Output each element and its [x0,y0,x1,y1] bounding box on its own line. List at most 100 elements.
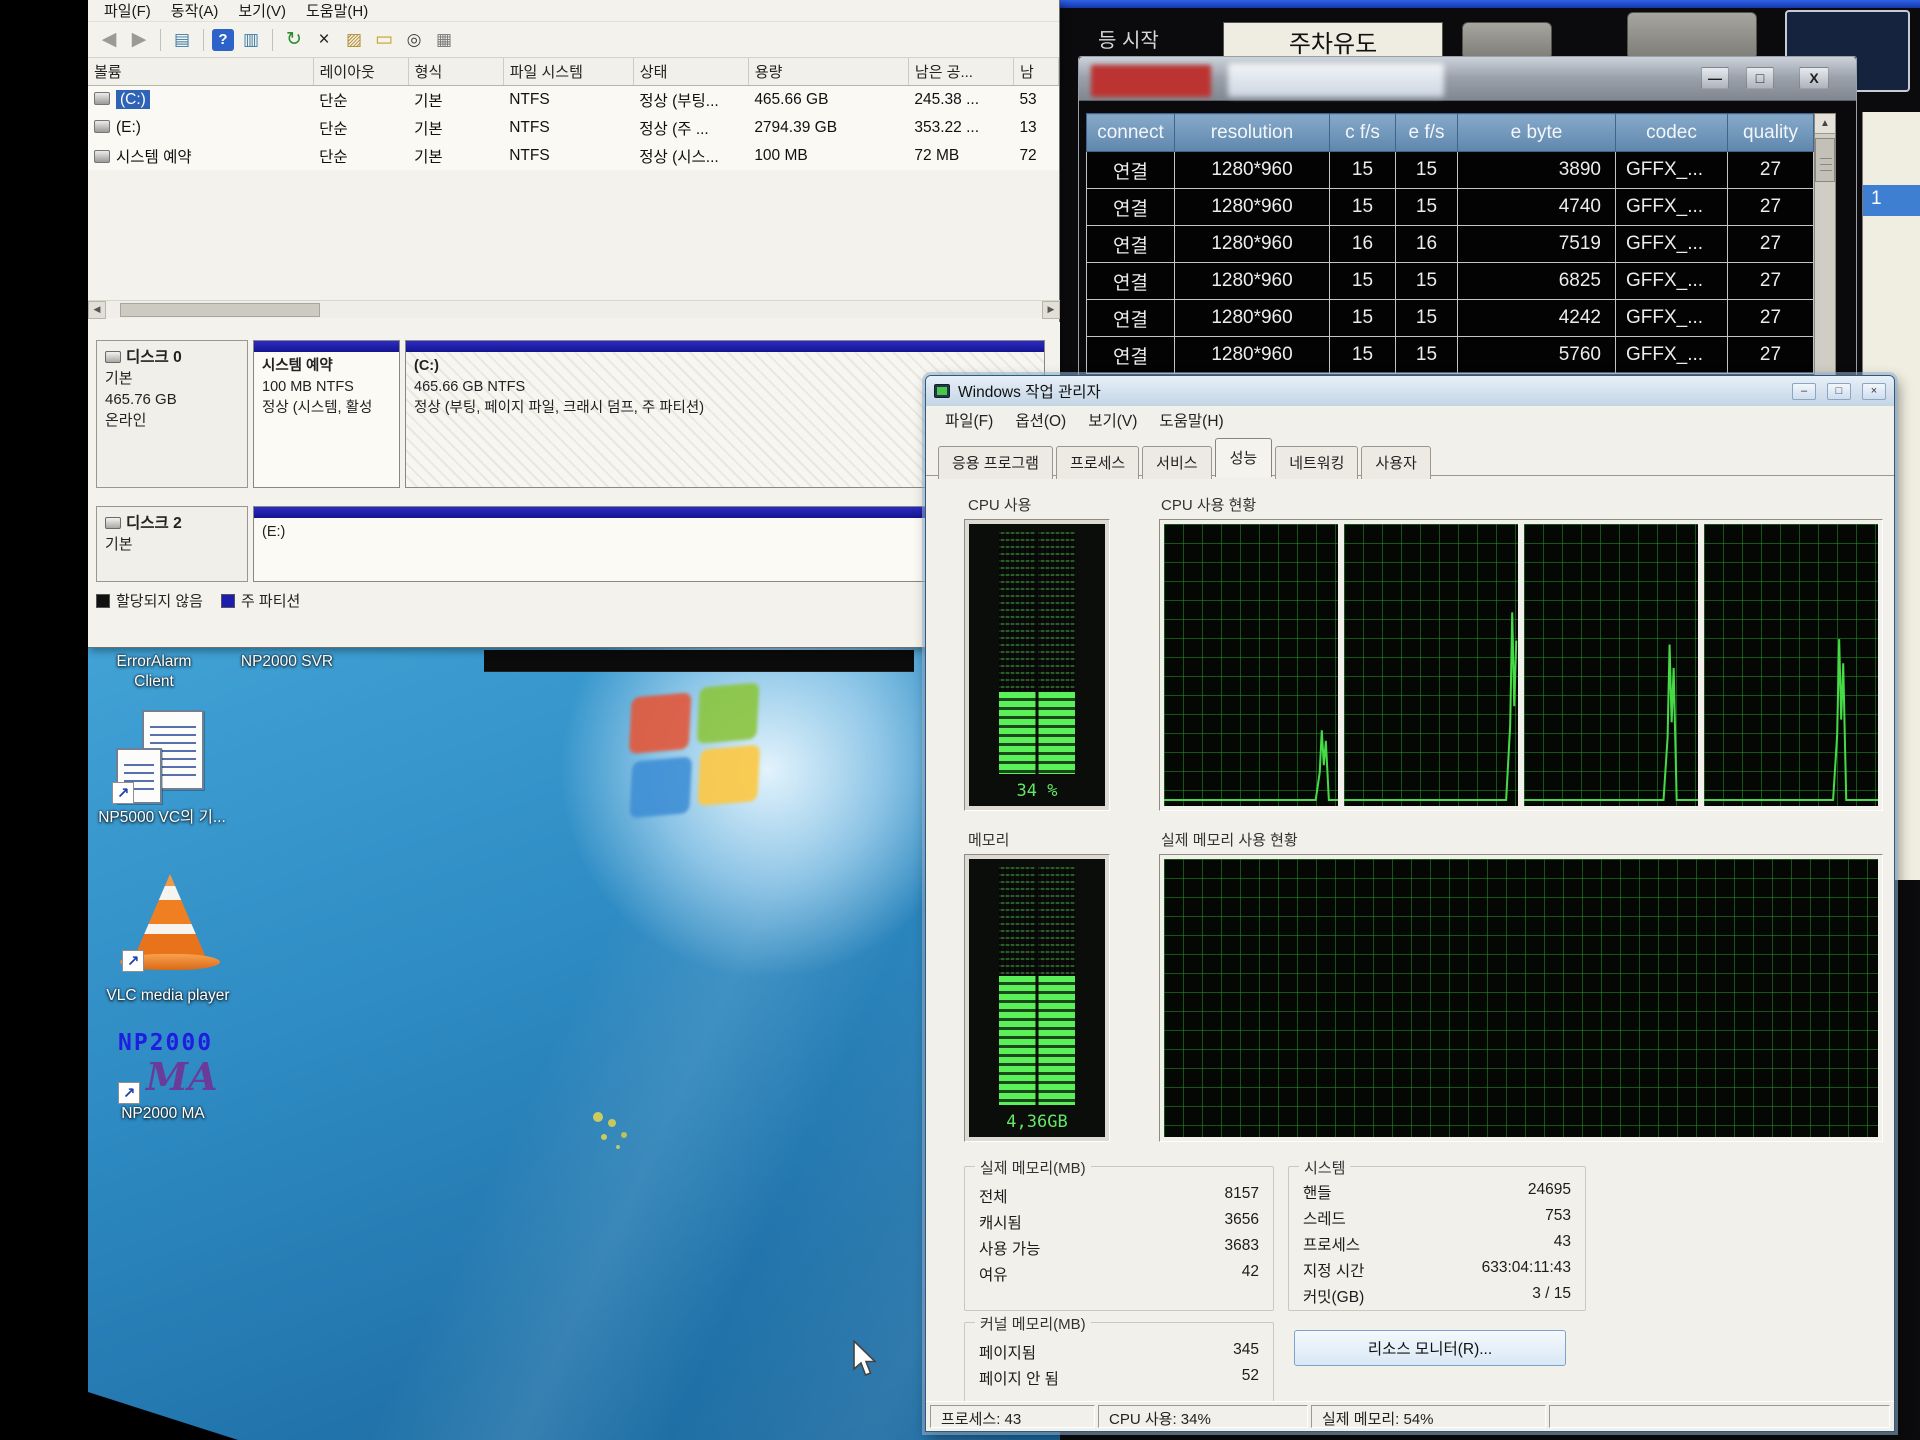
column-header[interactable]: 용량 [748,58,908,86]
close-button[interactable]: × [1862,383,1886,400]
partition-system-reserved[interactable]: 시스템 예약 100 MB NTFS 정상 (시스템, 활성 [253,340,400,488]
volume-cell: 13 [1013,114,1058,142]
column-header[interactable]: 형식 [408,58,503,86]
back-icon[interactable]: ◀ [96,27,122,53]
close-button[interactable]: X [1799,67,1829,89]
tab-서비스[interactable]: 서비스 [1142,446,1211,479]
maximize-button[interactable]: □ [1827,383,1851,400]
stat-row: 여유42 [965,1261,1273,1287]
desktop-icon-np5000[interactable]: ↗ NP5000 VC의 기... [92,708,232,868]
cctv-toolbar-button[interactable] [1462,22,1552,60]
dm-menu-item[interactable]: 도움말(H) [296,0,378,21]
stat-row: 커밋(GB)3 / 15 [1289,1283,1585,1309]
camera-column-header[interactable]: c f/s [1330,114,1396,152]
camera-row[interactable]: 연결1280*96015154740GFFX_...27 [1087,189,1814,226]
camera-cell: 3890 [1458,152,1616,189]
delete-icon[interactable]: × [311,27,337,53]
volume-name: (C:) [116,90,150,109]
cpu-core-history-graph [1344,524,1518,806]
icon-label: NP2000 SVR [212,652,362,672]
scrollbar-thumb[interactable] [1815,138,1835,182]
column-header[interactable]: 볼륨 [88,58,313,86]
forward-icon[interactable]: ▶ [126,27,152,53]
task-manager-window: Windows 작업 관리자 – □ × 파일(F)옵션(O)보기(V)도움말(… [925,375,1895,1432]
camera-column-header[interactable]: resolution [1175,114,1330,152]
desktop-icon-np2000-ma[interactable]: NP2000 MA ↗ NP2000 MA [88,1030,238,1140]
camera-column-header[interactable]: e f/s [1396,114,1458,152]
toolbar-separator [272,29,273,51]
volume-cell: NTFS [503,86,633,115]
camera-cell: 연결 [1087,300,1175,337]
desktop-icon-erroralarm-client[interactable]: ErrorAlarm Client [95,652,213,692]
scroll-up-arrow-icon[interactable]: ▲ [1815,114,1835,134]
channel-list-item-selected[interactable]: 1 [1863,185,1920,216]
column-header[interactable]: 상태 [633,58,748,86]
popup-titlebar[interactable]: — □ X [1079,57,1856,101]
minimize-button[interactable]: — [1701,67,1729,89]
tab-네트워킹[interactable]: 네트워킹 [1275,446,1358,479]
search-icon[interactable]: ◎ [401,27,427,53]
camera-cell: 연결 [1087,337,1175,374]
camera-row[interactable]: 연결1280*96015153890GFFX_...27 [1087,152,1814,189]
icon-label: NP2000 MA [88,1104,238,1124]
resource-monitor-button[interactable]: 리소스 모니터(R)... [1294,1330,1566,1366]
tab-사용자[interactable]: 사용자 [1361,446,1430,479]
camera-row[interactable]: 연결1280*96016167519GFFX_...27 [1087,226,1814,263]
tm-tabstrip: 응용 프로그램프로세스서비스성능네트워킹사용자 [926,434,1894,476]
dm-menubar: 파일(F)동작(A)보기(V)도움말(H) [88,0,1059,21]
camera-cell: 27 [1728,226,1814,263]
dm-menu-item[interactable]: 파일(F) [94,0,161,21]
scrollbar-thumb[interactable] [120,303,320,317]
tab-프로세스[interactable]: 프로세스 [1056,446,1139,479]
tm-menu-item[interactable]: 도움말(H) [1148,409,1234,431]
dm-menu-item[interactable]: 보기(V) [228,0,296,21]
console-tree-icon[interactable]: ▤ [169,27,195,53]
desktop-icon-vlc[interactable]: ↗ VLC media player [98,874,238,1046]
disk2-label-cell: 디스크 2 기본 [96,506,248,582]
cctv-toolbar-button[interactable] [1627,12,1757,60]
column-header[interactable]: 남은 공... [908,58,1013,86]
volume-row[interactable]: 시스템 예약단순기본NTFS정상 (시스...100 MB72 MB72 [88,142,1059,170]
help-icon[interactable]: ? [212,29,234,51]
desktop-icon-np2000-svr[interactable]: NP2000 SVR [212,652,362,672]
camera-row[interactable]: 연결1280*96015156825GFFX_...27 [1087,263,1814,300]
refresh-icon[interactable]: ↻ [281,27,307,53]
maximize-button[interactable]: □ [1746,67,1774,89]
column-header[interactable]: 남 [1013,58,1058,86]
camera-cell: 15 [1396,189,1458,226]
scroll-left-arrow-icon[interactable]: ◀ [88,301,106,319]
camera-row[interactable]: 연결1280*96015154242GFFX_...27 [1087,300,1814,337]
parking-guidance-button[interactable]: 주차유도 [1223,22,1443,60]
scroll-right-arrow-icon[interactable]: ▶ [1042,301,1060,319]
action-pane-icon[interactable]: ▥ [238,27,264,53]
column-header[interactable]: 파일 시스템 [503,58,633,86]
volume-row[interactable]: (E:)단순기본NTFS정상 (주 ...2794.39 GB353.22 ..… [88,114,1059,142]
camera-column-header[interactable]: e byte [1458,114,1616,152]
camera-cell: 27 [1728,337,1814,374]
cpu-history-frame [1159,519,1883,811]
camera-column-header[interactable]: codec [1616,114,1728,152]
tab-응용 프로그램[interactable]: 응용 프로그램 [938,446,1053,479]
manage-icon[interactable]: ▦ [431,27,457,53]
icon-label: NP5000 VC의 기... [92,808,232,828]
cctv-start-text: 등 시작 [1098,24,1159,53]
open-icon[interactable]: ▭ [371,27,397,53]
dm-menu-item[interactable]: 동작(A) [161,0,229,21]
tab-성능[interactable]: 성능 [1215,438,1273,477]
volume-row[interactable]: (C:)단순기본NTFS정상 (부팅...465.66 GB245.38 ...… [88,86,1059,115]
windows-flag-logo [625,681,772,834]
camera-column-header[interactable]: quality [1728,114,1814,152]
tm-menu-item[interactable]: 옵션(O) [1004,409,1077,431]
tm-menu-item[interactable]: 파일(F) [934,409,1004,431]
volume-cell: NTFS [503,114,633,142]
camera-row[interactable]: 연결1280*96015155760GFFX_...27 [1087,337,1814,374]
column-header[interactable]: 레이아웃 [313,58,408,86]
camera-column-header[interactable]: connect [1087,114,1175,152]
window-title: Windows 작업 관리자 [958,380,1781,402]
volume-list-hscrollbar[interactable]: ◀ ▶ [88,300,1060,318]
tm-titlebar[interactable]: Windows 작업 관리자 – □ × [926,376,1894,406]
volume-cell: 단순 [313,114,408,142]
tm-menu-item[interactable]: 보기(V) [1077,409,1148,431]
properties-icon[interactable]: ▨ [341,27,367,53]
minimize-button[interactable]: – [1792,383,1816,400]
